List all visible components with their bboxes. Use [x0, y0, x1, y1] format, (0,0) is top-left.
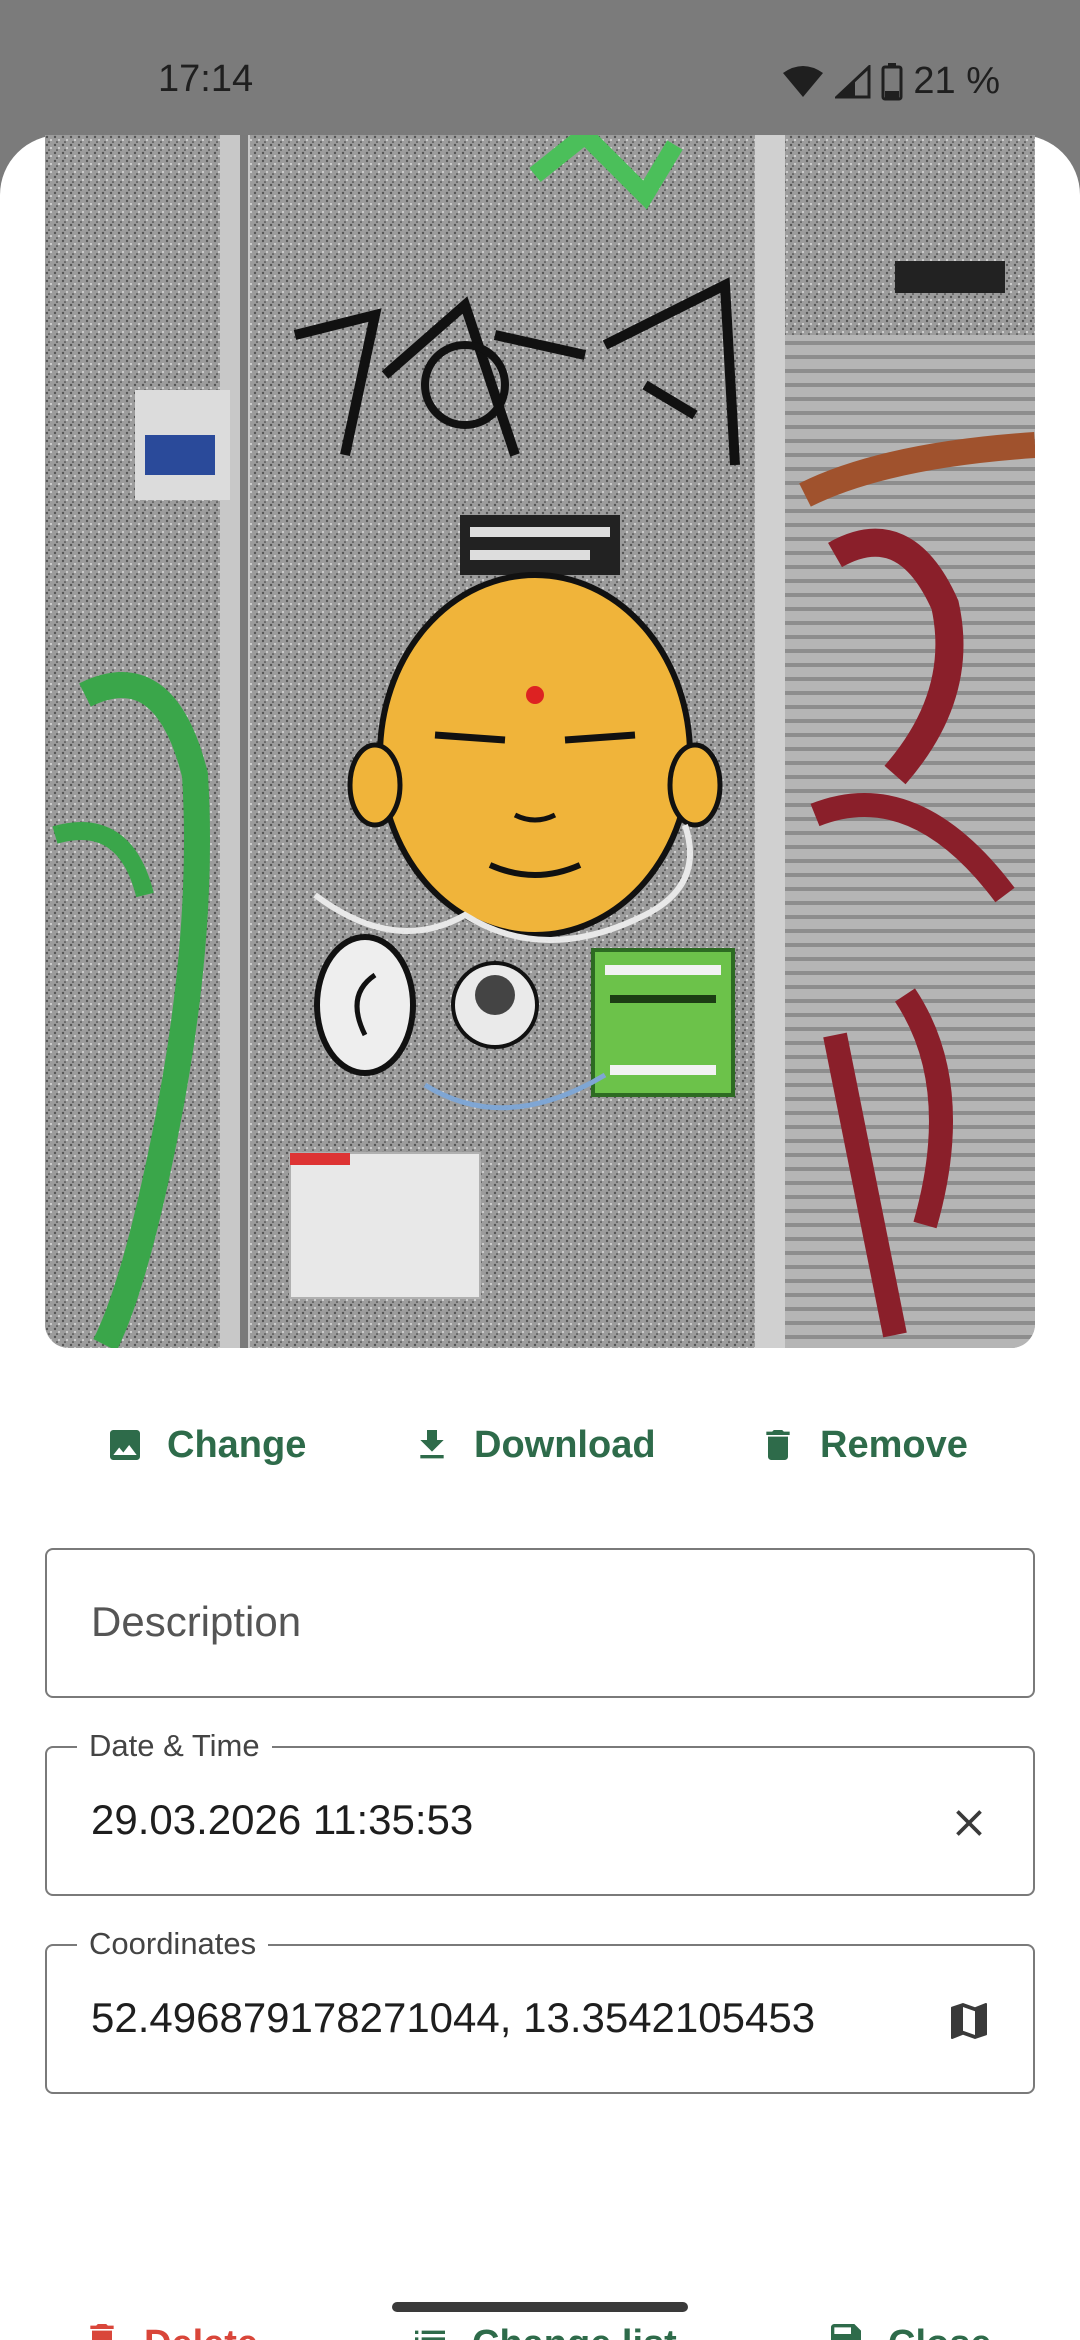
coordinates-label: Coordinates	[77, 1926, 269, 1962]
remove-image-button[interactable]: Remove	[758, 1400, 968, 1490]
map-icon[interactable]	[939, 1991, 999, 2051]
wifi-icon	[781, 65, 825, 99]
download-icon	[412, 1425, 452, 1465]
image-icon	[105, 1425, 145, 1465]
close-button[interactable]: Close	[826, 2299, 991, 2340]
status-bar: 17:14 21 %	[0, 0, 1080, 135]
coordinates-field[interactable]: Coordinates 52.496879178271044, 13.35421…	[45, 1926, 1035, 2094]
download-image-button[interactable]: Download	[412, 1400, 656, 1490]
battery-percent: 21 %	[913, 60, 1000, 102]
trash-icon	[82, 2319, 122, 2340]
edit-item-sheet: Change Download Remove Description Date …	[0, 135, 1080, 2340]
date-time-field[interactable]: Date & Time 29.03.2026 11:35:53	[45, 1728, 1035, 1896]
home-indicator[interactable]	[392, 2302, 688, 2312]
item-photo[interactable]	[45, 135, 1035, 1348]
list-icon	[410, 2319, 450, 2340]
date-time-label: Date & Time	[77, 1728, 272, 1764]
cellular-signal-icon	[835, 64, 871, 99]
change-image-label: Change	[167, 1423, 307, 1466]
description-placeholder: Description	[91, 1598, 302, 1645]
delete-label: Delete	[144, 2323, 258, 2340]
clear-icon[interactable]	[939, 1793, 999, 1853]
download-image-label: Download	[474, 1423, 656, 1466]
battery-icon	[881, 62, 903, 101]
delete-button[interactable]: Delete	[82, 2299, 258, 2340]
save-icon	[826, 2319, 866, 2340]
description-field[interactable]: Description	[45, 1548, 1035, 1698]
trash-icon	[758, 1425, 798, 1465]
coordinates-value: 52.496879178271044, 13.3542105453	[91, 1994, 816, 2041]
close-label: Close	[888, 2323, 991, 2340]
change-image-button[interactable]: Change	[105, 1400, 306, 1490]
remove-image-label: Remove	[820, 1423, 968, 1466]
date-time-value: 29.03.2026 11:35:53	[91, 1796, 474, 1843]
status-icons: 21 %	[781, 60, 1000, 103]
change-list-label: Change list	[472, 2323, 677, 2340]
status-time: 17:14	[158, 58, 254, 100]
